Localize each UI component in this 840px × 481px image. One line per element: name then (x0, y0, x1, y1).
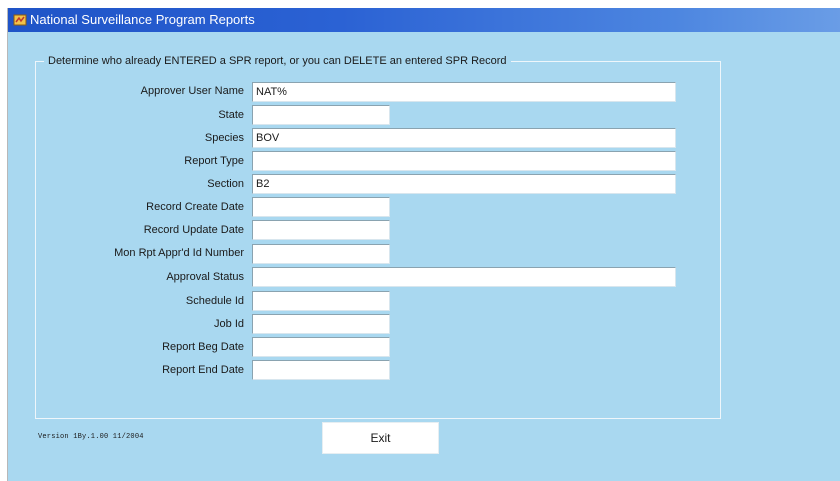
label-mon-rpt-apprvd-id: Mon Rpt Appr'd Id Number (114, 247, 244, 259)
species-field[interactable]: BOV (252, 128, 676, 148)
label-record-create-date: Record Create Date (146, 201, 244, 213)
job-id-field[interactable] (252, 314, 390, 334)
state-field[interactable] (252, 105, 390, 125)
label-species: Species (204, 132, 244, 144)
group-legend: Determine who already ENTERED a SPR repo… (44, 53, 511, 69)
label-record-update-date: Record Update Date (143, 224, 244, 236)
label-report-beg-date: Report Beg Date (162, 341, 244, 353)
label-report-type: Report Type (184, 155, 244, 167)
app-window: National Surveillance Program Reports De… (7, 8, 840, 481)
exit-button[interactable]: Exit (322, 422, 439, 454)
approval-status-field[interactable] (252, 267, 676, 287)
approver-user-name-field[interactable]: NAT% (252, 82, 676, 102)
app-window-icon (13, 14, 27, 26)
report-beg-date-field[interactable] (252, 337, 390, 357)
report-end-date-field[interactable] (252, 360, 390, 380)
title-bar[interactable]: National Surveillance Program Reports (8, 8, 840, 32)
report-type-field[interactable] (252, 151, 676, 171)
section-field[interactable]: B2 (252, 174, 676, 194)
mon-rpt-apprvd-id-field[interactable] (252, 244, 390, 264)
label-section: Section (207, 178, 244, 190)
record-update-date-field[interactable] (252, 220, 390, 240)
version-label: Version 1By.1.00 11/2004 (38, 433, 144, 441)
label-job-id: Job Id (214, 318, 244, 330)
label-report-end-date: Report End Date (162, 364, 244, 376)
label-approver-user-name: Approver User Name (140, 85, 244, 97)
schedule-id-field[interactable] (252, 291, 390, 311)
record-create-date-field[interactable] (252, 197, 390, 217)
label-state: State (218, 109, 244, 121)
window-title: National Surveillance Program Reports (30, 12, 255, 27)
label-approval-status: Approval Status (166, 271, 244, 283)
label-schedule-id: Schedule Id (185, 295, 244, 307)
